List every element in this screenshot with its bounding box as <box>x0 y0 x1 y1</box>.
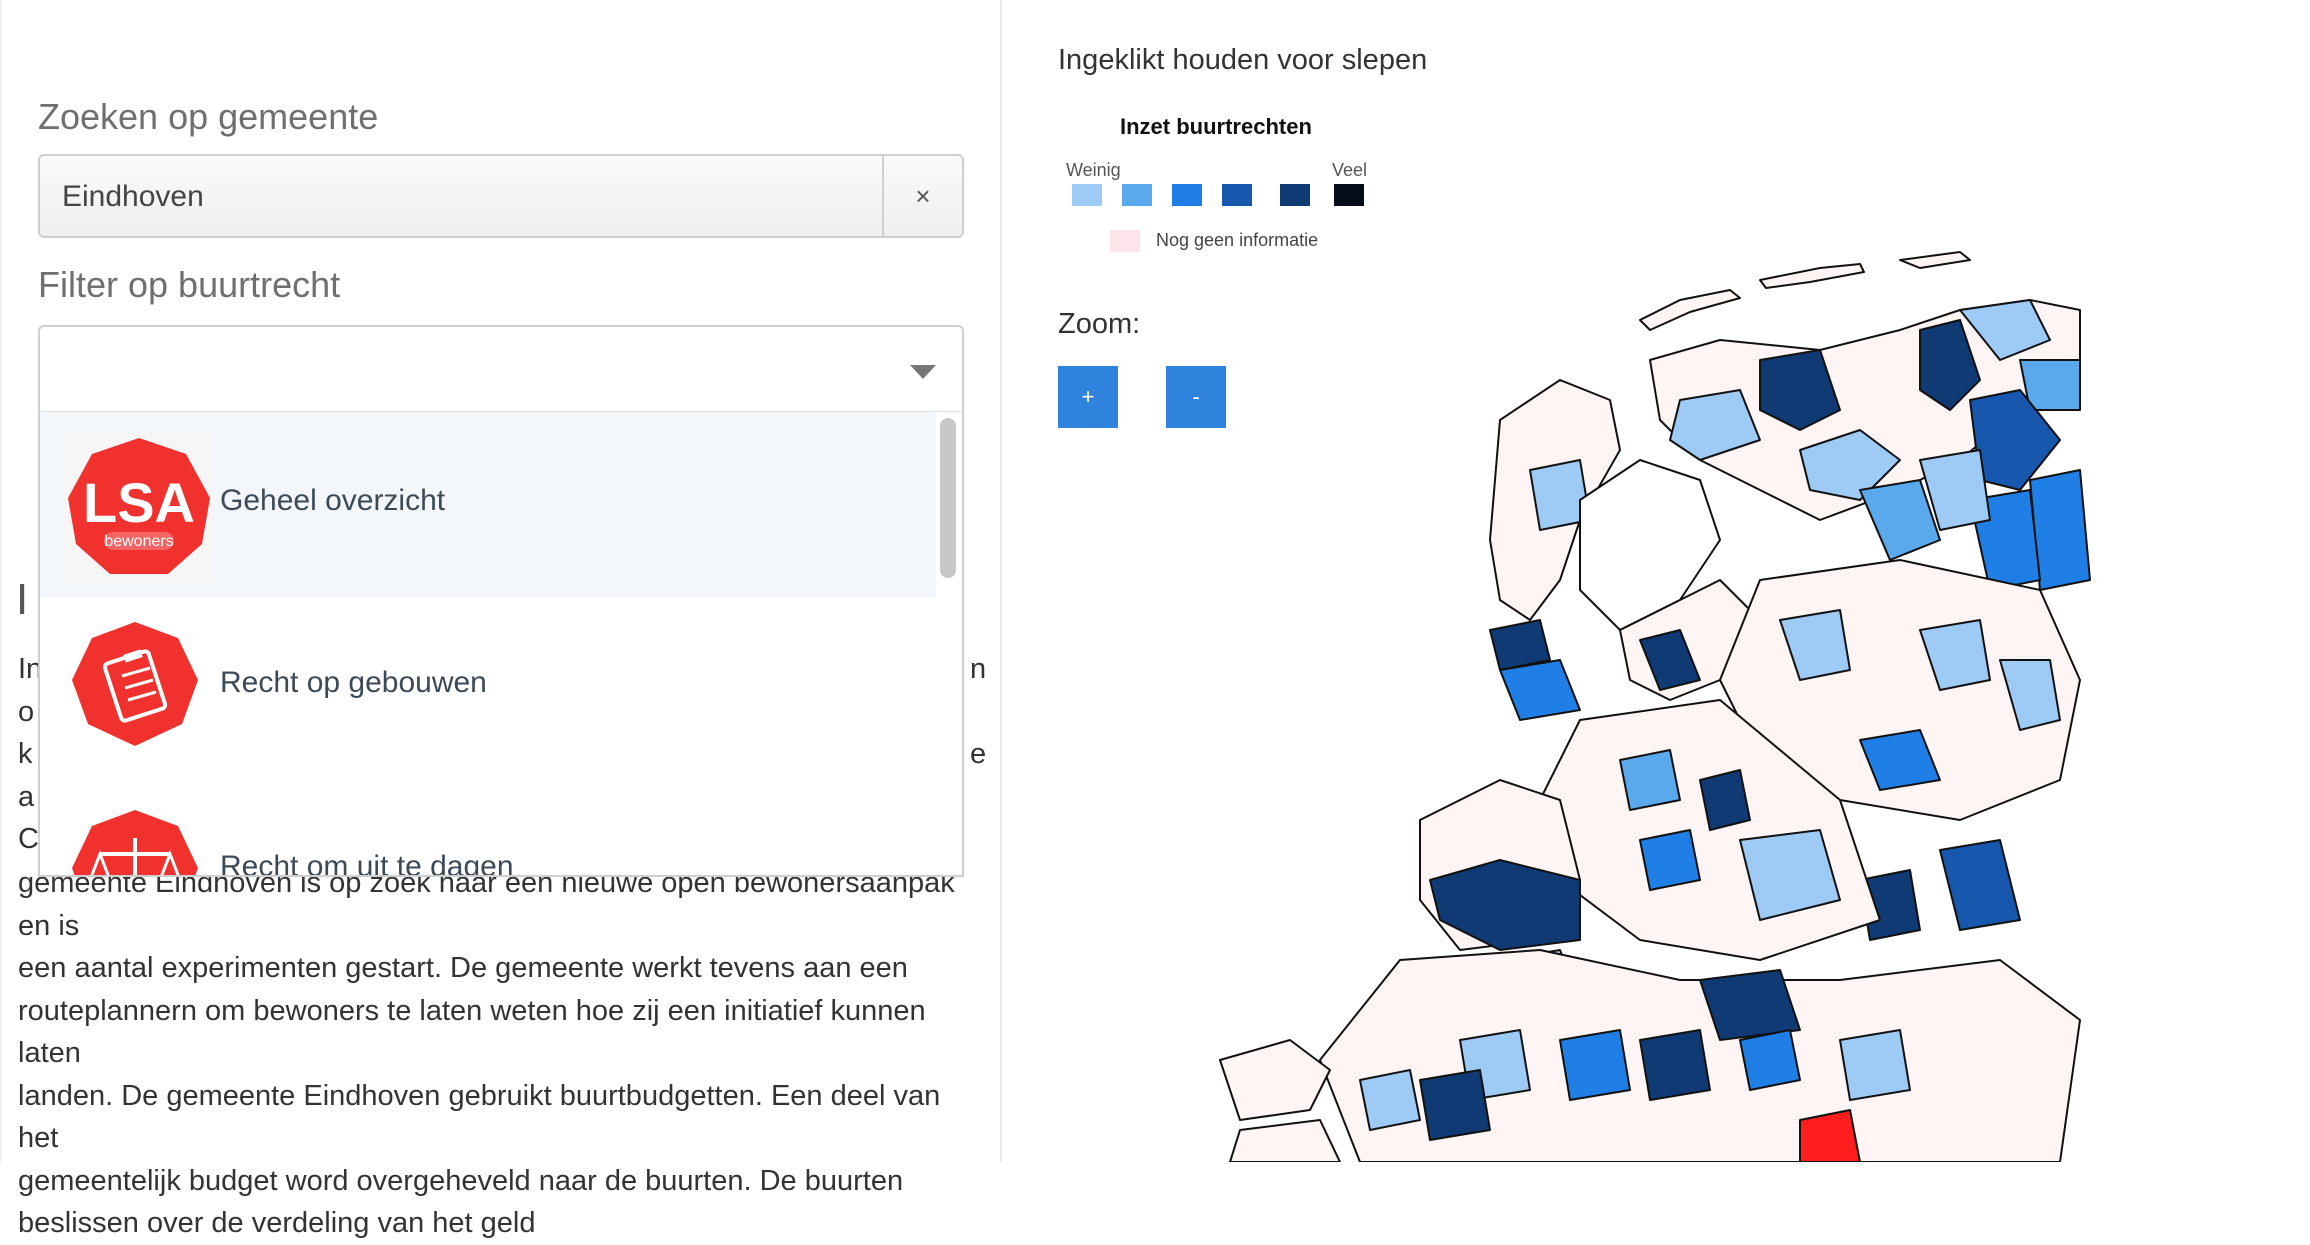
buurtrecht-filter-select[interactable] <box>38 325 964 413</box>
map-region <box>1499 659 1581 721</box>
map-region <box>1219 1039 1331 1121</box>
dropdown-option-label: Recht om uit te dagen <box>220 850 514 877</box>
legend-title: Inzet buurtrechten <box>1120 114 1312 139</box>
buurtrecht-dropdown: LSA bewoners Geheel overzicht Recht op g… <box>38 411 964 877</box>
description-line: beslissen over de verdeling van het geld <box>18 1207 536 1239</box>
text-fragment: o <box>18 696 35 728</box>
svg-text:bewoners: bewoners <box>104 533 173 550</box>
dropdown-option-recht-om-uit-te-dagen[interactable]: Recht om uit te dagen <box>40 784 936 877</box>
description-line: routeplannern om bewoners te laten weten… <box>18 994 926 1070</box>
legend-swatch <box>1122 184 1152 206</box>
dropdown-scrollbar[interactable] <box>940 418 956 868</box>
text-fragment: C <box>18 823 39 855</box>
zoom-label: Zoom: <box>1058 308 1141 340</box>
text-fragment: k <box>18 738 33 770</box>
text-fragment: a <box>18 781 35 813</box>
filter-label: Filter op buurtrecht <box>38 264 341 305</box>
map-panel: Ingeklikt houden voor slepen Inzet buurt… <box>1000 0 2310 1162</box>
legend-low-label: Weinig <box>1066 160 1121 180</box>
netherlands-choropleth-map[interactable] <box>1200 160 2310 1162</box>
map-region <box>1739 1029 1801 1091</box>
clear-search-button[interactable]: × <box>882 156 962 236</box>
description-line: een aantal experimenten gestart. De geme… <box>18 952 908 984</box>
clipboard-checklist-icon <box>72 622 198 746</box>
municipality-search-select[interactable]: Eindhoven × <box>38 154 964 238</box>
map-region <box>1759 263 1865 289</box>
legend-swatch <box>1172 184 1202 206</box>
text-fragment: n <box>970 653 987 685</box>
map-region <box>1639 289 1741 331</box>
municipality-search-value: Eindhoven <box>62 180 204 213</box>
map-region <box>1639 829 1701 891</box>
map-region <box>1559 1029 1631 1101</box>
map-region <box>1939 839 2021 931</box>
section-heading-fragment: I <box>16 575 29 624</box>
map-region <box>1839 1029 1911 1101</box>
text-fragment: e <box>970 738 987 770</box>
municipality-description: gemeente Eindhoven is op zoek naar een n… <box>18 862 988 1245</box>
map-region <box>1419 1069 1491 1141</box>
scales-icon <box>72 810 198 875</box>
map-region <box>1859 479 1941 561</box>
description-line: gemeentelijk budget word overgeheveld na… <box>18 1164 904 1197</box>
map-region <box>1699 769 1751 831</box>
dropdown-option-geheel-overzicht[interactable]: LSA bewoners Geheel overzicht <box>40 412 936 598</box>
description-line: landen. De gemeente Eindhoven gebruikt b… <box>18 1079 941 1155</box>
left-panel: Zoeken op gemeente Eindhoven × Filter op… <box>0 0 1002 1239</box>
dropdown-scrollbar-thumb[interactable] <box>940 418 956 578</box>
map-region <box>1359 1069 1421 1131</box>
map-region <box>1899 251 1971 269</box>
map-region-selected-eindhoven <box>1799 1109 1861 1162</box>
lsa-bewoners-logo-icon: LSA bewoners <box>64 432 214 582</box>
dropdown-option-recht-op-gebouwen[interactable]: Recht op gebouwen <box>40 598 936 784</box>
drag-hint: Ingeklikt houden voor slepen <box>1058 44 1428 76</box>
map-region <box>1619 749 1681 811</box>
search-label: Zoeken op gemeente <box>38 96 379 137</box>
legend-swatch <box>1072 184 1102 206</box>
legend-swatch-no-info <box>1110 230 1140 252</box>
map-region <box>1229 1119 1341 1162</box>
map-region <box>1639 1029 1711 1101</box>
svg-text:LSA: LSA <box>83 471 195 534</box>
dropdown-option-label: Geheel overzicht <box>220 484 446 517</box>
dropdown-option-label: Recht op gebouwen <box>220 666 487 699</box>
zoom-in-button[interactable]: + <box>1058 366 1118 428</box>
chevron-down-icon[interactable] <box>910 365 936 379</box>
